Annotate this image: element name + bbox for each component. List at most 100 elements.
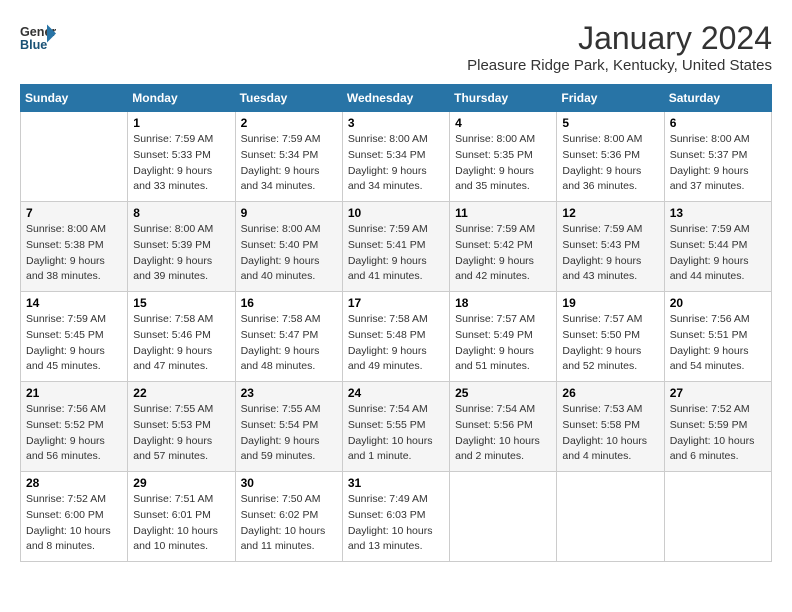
calendar-cell: 8 Sunrise: 8:00 AM Sunset: 5:39 PM Dayli… xyxy=(128,202,235,292)
weekday-wednesday: Wednesday xyxy=(342,85,449,112)
sunrise-text: Sunrise: 7:59 AM xyxy=(348,223,428,235)
title-area: January 2024 Pleasure Ridge Park, Kentuc… xyxy=(467,20,772,74)
calendar-cell xyxy=(450,472,557,562)
day-number: 15 xyxy=(133,296,229,310)
weekday-friday: Friday xyxy=(557,85,664,112)
calendar-table: SundayMondayTuesdayWednesdayThursdayFrid… xyxy=(20,84,772,562)
day-number: 2 xyxy=(241,116,337,130)
calendar-cell xyxy=(664,472,771,562)
weekday-saturday: Saturday xyxy=(664,85,771,112)
day-info: Sunrise: 7:50 AM Sunset: 6:02 PM Dayligh… xyxy=(241,492,337,555)
day-number: 13 xyxy=(670,206,766,220)
calendar-cell: 5 Sunrise: 8:00 AM Sunset: 5:36 PM Dayli… xyxy=(557,112,664,202)
daylight-text: Daylight: 9 hours and 41 minutes. xyxy=(348,255,427,283)
sunrise-text: Sunrise: 7:54 AM xyxy=(455,403,535,415)
daylight-text: Daylight: 10 hours and 13 minutes. xyxy=(348,525,433,553)
sunset-text: Sunset: 5:39 PM xyxy=(133,239,211,251)
calendar-cell: 14 Sunrise: 7:59 AM Sunset: 5:45 PM Dayl… xyxy=(21,292,128,382)
day-number: 26 xyxy=(562,386,658,400)
day-info: Sunrise: 7:51 AM Sunset: 6:01 PM Dayligh… xyxy=(133,492,229,555)
calendar-cell: 23 Sunrise: 7:55 AM Sunset: 5:54 PM Dayl… xyxy=(235,382,342,472)
day-number: 18 xyxy=(455,296,551,310)
day-number: 16 xyxy=(241,296,337,310)
daylight-text: Daylight: 10 hours and 10 minutes. xyxy=(133,525,218,553)
calendar-cell: 4 Sunrise: 8:00 AM Sunset: 5:35 PM Dayli… xyxy=(450,112,557,202)
day-info: Sunrise: 7:58 AM Sunset: 5:47 PM Dayligh… xyxy=(241,312,337,375)
calendar-cell: 16 Sunrise: 7:58 AM Sunset: 5:47 PM Dayl… xyxy=(235,292,342,382)
day-info: Sunrise: 8:00 AM Sunset: 5:38 PM Dayligh… xyxy=(26,222,122,285)
day-info: Sunrise: 7:54 AM Sunset: 5:55 PM Dayligh… xyxy=(348,402,444,465)
day-info: Sunrise: 7:58 AM Sunset: 5:48 PM Dayligh… xyxy=(348,312,444,375)
daylight-text: Daylight: 9 hours and 37 minutes. xyxy=(670,165,749,193)
day-number: 9 xyxy=(241,206,337,220)
day-number: 1 xyxy=(133,116,229,130)
daylight-text: Daylight: 10 hours and 4 minutes. xyxy=(562,435,647,463)
day-info: Sunrise: 7:59 AM Sunset: 5:34 PM Dayligh… xyxy=(241,132,337,195)
day-number: 29 xyxy=(133,476,229,490)
sunrise-text: Sunrise: 7:58 AM xyxy=(133,313,213,325)
calendar-cell: 18 Sunrise: 7:57 AM Sunset: 5:49 PM Dayl… xyxy=(450,292,557,382)
weekday-header-row: SundayMondayTuesdayWednesdayThursdayFrid… xyxy=(21,85,772,112)
day-number: 10 xyxy=(348,206,444,220)
calendar-cell: 10 Sunrise: 7:59 AM Sunset: 5:41 PM Dayl… xyxy=(342,202,449,292)
sunset-text: Sunset: 5:36 PM xyxy=(562,149,640,161)
daylight-text: Daylight: 9 hours and 35 minutes. xyxy=(455,165,534,193)
sunrise-text: Sunrise: 7:59 AM xyxy=(26,313,106,325)
day-number: 20 xyxy=(670,296,766,310)
calendar-cell: 19 Sunrise: 7:57 AM Sunset: 5:50 PM Dayl… xyxy=(557,292,664,382)
sunrise-text: Sunrise: 8:00 AM xyxy=(562,133,642,145)
weekday-tuesday: Tuesday xyxy=(235,85,342,112)
day-number: 21 xyxy=(26,386,122,400)
sunrise-text: Sunrise: 8:00 AM xyxy=(133,223,213,235)
day-number: 22 xyxy=(133,386,229,400)
day-info: Sunrise: 7:57 AM Sunset: 5:49 PM Dayligh… xyxy=(455,312,551,375)
sunrise-text: Sunrise: 7:54 AM xyxy=(348,403,428,415)
daylight-text: Daylight: 9 hours and 45 minutes. xyxy=(26,345,105,373)
sunset-text: Sunset: 5:41 PM xyxy=(348,239,426,251)
logo: General Blue xyxy=(20,20,56,56)
daylight-text: Daylight: 10 hours and 2 minutes. xyxy=(455,435,540,463)
day-info: Sunrise: 7:54 AM Sunset: 5:56 PM Dayligh… xyxy=(455,402,551,465)
sunset-text: Sunset: 5:53 PM xyxy=(133,419,211,431)
daylight-text: Daylight: 9 hours and 40 minutes. xyxy=(241,255,320,283)
day-number: 4 xyxy=(455,116,551,130)
sunrise-text: Sunrise: 7:50 AM xyxy=(241,493,321,505)
sunset-text: Sunset: 5:59 PM xyxy=(670,419,748,431)
day-info: Sunrise: 7:57 AM Sunset: 5:50 PM Dayligh… xyxy=(562,312,658,375)
calendar-week-2: 7 Sunrise: 8:00 AM Sunset: 5:38 PM Dayli… xyxy=(21,202,772,292)
header: General Blue January 2024 Pleasure Ridge… xyxy=(20,20,772,74)
calendar-body: 1 Sunrise: 7:59 AM Sunset: 5:33 PM Dayli… xyxy=(21,112,772,562)
sunset-text: Sunset: 5:52 PM xyxy=(26,419,104,431)
weekday-sunday: Sunday xyxy=(21,85,128,112)
sunset-text: Sunset: 5:45 PM xyxy=(26,329,104,341)
daylight-text: Daylight: 9 hours and 51 minutes. xyxy=(455,345,534,373)
calendar-cell: 21 Sunrise: 7:56 AM Sunset: 5:52 PM Dayl… xyxy=(21,382,128,472)
day-number: 27 xyxy=(670,386,766,400)
day-info: Sunrise: 7:49 AM Sunset: 6:03 PM Dayligh… xyxy=(348,492,444,555)
calendar-cell xyxy=(21,112,128,202)
sunrise-text: Sunrise: 8:00 AM xyxy=(241,223,321,235)
calendar-week-1: 1 Sunrise: 7:59 AM Sunset: 5:33 PM Dayli… xyxy=(21,112,772,202)
sunrise-text: Sunrise: 7:58 AM xyxy=(241,313,321,325)
daylight-text: Daylight: 9 hours and 43 minutes. xyxy=(562,255,641,283)
sunset-text: Sunset: 5:38 PM xyxy=(26,239,104,251)
day-info: Sunrise: 7:56 AM Sunset: 5:51 PM Dayligh… xyxy=(670,312,766,375)
calendar-cell: 27 Sunrise: 7:52 AM Sunset: 5:59 PM Dayl… xyxy=(664,382,771,472)
day-number: 7 xyxy=(26,206,122,220)
sunset-text: Sunset: 5:47 PM xyxy=(241,329,319,341)
day-info: Sunrise: 7:59 AM Sunset: 5:44 PM Dayligh… xyxy=(670,222,766,285)
day-number: 14 xyxy=(26,296,122,310)
day-number: 19 xyxy=(562,296,658,310)
day-info: Sunrise: 7:55 AM Sunset: 5:54 PM Dayligh… xyxy=(241,402,337,465)
sunset-text: Sunset: 5:44 PM xyxy=(670,239,748,251)
sunset-text: Sunset: 5:50 PM xyxy=(562,329,640,341)
sunrise-text: Sunrise: 8:00 AM xyxy=(670,133,750,145)
daylight-text: Daylight: 9 hours and 36 minutes. xyxy=(562,165,641,193)
sunset-text: Sunset: 6:03 PM xyxy=(348,509,426,521)
daylight-text: Daylight: 10 hours and 1 minute. xyxy=(348,435,433,463)
day-info: Sunrise: 7:59 AM Sunset: 5:45 PM Dayligh… xyxy=(26,312,122,375)
day-info: Sunrise: 7:59 AM Sunset: 5:41 PM Dayligh… xyxy=(348,222,444,285)
sunset-text: Sunset: 5:55 PM xyxy=(348,419,426,431)
location-subtitle: Pleasure Ridge Park, Kentucky, United St… xyxy=(467,57,772,74)
day-number: 6 xyxy=(670,116,766,130)
